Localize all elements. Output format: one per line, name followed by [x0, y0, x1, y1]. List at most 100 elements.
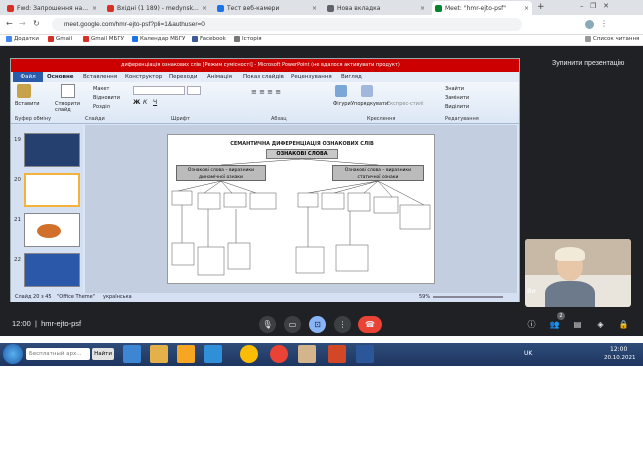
participant-hair — [555, 247, 585, 261]
chrome-icon[interactable] — [240, 345, 258, 363]
select-button[interactable]: Виділити — [445, 104, 469, 110]
chrome-icon[interactable] — [270, 345, 288, 363]
slide-thumbnail[interactable] — [24, 213, 80, 247]
ie-icon[interactable] — [123, 345, 141, 363]
browser-tab[interactable]: Fwd: Запрошення на спільні...× — [4, 1, 100, 15]
more-options-button[interactable]: ⋮ — [334, 316, 351, 333]
shapes-icon[interactable] — [335, 85, 347, 97]
layout-button[interactable]: Макет — [93, 86, 109, 92]
bold-icon[interactable]: Ж — [133, 99, 140, 106]
meeting-info: 12:00 | hmr-ejto-psf — [12, 319, 82, 328]
apps-icon — [6, 36, 12, 42]
slide-thumbnail[interactable] — [24, 133, 80, 167]
arrange-icon[interactable] — [361, 85, 373, 97]
file-tab[interactable]: Файл — [13, 72, 43, 82]
explorer-icon[interactable] — [150, 345, 168, 363]
tab-home[interactable]: Основне — [47, 74, 74, 80]
find-button[interactable]: Знайти — [445, 86, 464, 92]
browser-tab-active[interactable]: Meet: "hmr-ejto-psf" × — [432, 1, 532, 15]
diagram-connectors — [171, 158, 431, 276]
bookmark-apps[interactable]: Додатки — [6, 36, 39, 42]
bookmark-facebook[interactable]: Facebook — [192, 36, 226, 42]
browser-tab[interactable]: Тест веб-камери × — [214, 1, 320, 15]
bookmark-label: Facebook — [200, 36, 226, 42]
close-icon[interactable]: × — [312, 5, 317, 12]
history-icon — [234, 36, 240, 42]
back-icon[interactable]: ← — [6, 19, 13, 28]
media-player-icon[interactable] — [177, 345, 195, 363]
tab-design[interactable]: Конструктор — [125, 74, 162, 80]
language-indicator[interactable]: UK — [524, 350, 532, 357]
align-icons[interactable]: ≡ ≡ ≡ ≡ — [251, 88, 281, 96]
taskbar-search-button[interactable]: Найти — [92, 348, 114, 360]
zoom-slider[interactable] — [433, 296, 503, 298]
paste-button[interactable]: Вставити — [15, 101, 40, 107]
language-indicator[interactable]: українська — [103, 294, 132, 300]
taskbar-search-input[interactable]: Бесплатный арх... — [26, 348, 90, 360]
reload-icon[interactable]: ↻ — [33, 19, 40, 28]
forward-icon[interactable]: → — [19, 19, 26, 28]
tab-slideshow[interactable]: Показ слайдів — [243, 74, 284, 80]
participant-name: Ви — [527, 287, 536, 295]
info-icon[interactable]: ⓘ — [523, 316, 540, 333]
shapes-button[interactable]: Фігури — [333, 101, 351, 107]
slide-thumbnail[interactable] — [24, 253, 80, 287]
bookmark-calendar[interactable]: Календар МБГУ — [132, 36, 185, 42]
paste-icon[interactable] — [17, 84, 31, 98]
section-button[interactable]: Розділ — [93, 104, 110, 110]
word-icon[interactable] — [356, 345, 374, 363]
font-name-select[interactable] — [133, 86, 185, 95]
tab-insert[interactable]: Вставлення — [83, 74, 117, 80]
windows-icon[interactable] — [204, 345, 222, 363]
reset-button[interactable]: Відновити — [93, 95, 120, 101]
microphone-button[interactable]: 🎙 — [259, 316, 276, 333]
group-label: Шрифт — [171, 116, 190, 122]
new-slide-icon[interactable] — [61, 84, 75, 98]
slide-thumbnail-panel: 19 20 21 22 — [11, 125, 83, 293]
activities-icon[interactable]: ◈ — [592, 316, 609, 333]
browser-tab[interactable]: Нова вкладка × — [324, 1, 428, 15]
menu-icon[interactable]: ⋮ — [600, 19, 608, 28]
bookmark-gmail-mbgu[interactable]: Gmail МБГУ — [83, 36, 124, 42]
reading-list[interactable]: Список читання — [585, 36, 639, 42]
gmail-icon — [48, 36, 54, 42]
underline-icon[interactable]: Ч — [153, 99, 157, 106]
powerpoint-icon[interactable] — [328, 345, 346, 363]
tab-label: Fwd: Запрошення на спільні... — [17, 4, 90, 12]
stop-presenting-button[interactable]: Зупинити презентацію — [552, 60, 624, 67]
zoom-level[interactable]: 59% — [419, 294, 430, 300]
font-size-select[interactable] — [187, 86, 201, 95]
close-icon[interactable]: × — [92, 5, 97, 12]
window-controls[interactable]: – ❐ ✕ — [580, 2, 609, 10]
browser-tab[interactable]: Вхідні (1 189) - medynsky.n... × — [104, 1, 210, 15]
reading-list-icon — [585, 36, 591, 42]
newtab-icon — [327, 4, 334, 12]
replace-button[interactable]: Замінити — [445, 95, 469, 101]
close-icon[interactable]: × — [420, 5, 425, 12]
lock-icon[interactable]: 🔒 — [615, 316, 632, 333]
present-button[interactable]: ⊡ — [309, 316, 326, 333]
chat-icon[interactable]: ▤ — [569, 316, 586, 333]
tab-transitions[interactable]: Переходи — [169, 74, 197, 80]
leave-call-button[interactable]: ☎ — [358, 316, 382, 333]
profile-avatar[interactable] — [585, 20, 594, 29]
arrange-button[interactable]: Упорядкувати — [351, 101, 388, 107]
tab-review[interactable]: Рецензування — [291, 74, 332, 80]
new-tab-button[interactable]: + — [537, 2, 545, 12]
url-bar[interactable]: meet.google.com/hmr-ejto-psf?pli=1&authu… — [52, 18, 522, 31]
slide-thumbnail-selected[interactable] — [24, 173, 80, 207]
quick-styles-button[interactable]: Експрес-стилі — [387, 101, 424, 107]
bookmark-gmail[interactable]: Gmail — [48, 36, 72, 42]
photos-icon[interactable] — [298, 345, 316, 363]
close-icon[interactable]: × — [202, 5, 207, 12]
camera-button[interactable]: ▭ — [284, 316, 301, 333]
close-icon[interactable]: × — [524, 5, 529, 12]
start-icon[interactable] — [3, 344, 23, 364]
tab-view[interactable]: Вигляд — [341, 74, 362, 80]
tab-animations[interactable]: Анімація — [207, 74, 232, 80]
bookmark-history[interactable]: Історія — [234, 36, 262, 42]
tab-label: Тест веб-камери — [227, 4, 280, 12]
tab-label: Вхідні (1 189) - medynsky.n... — [117, 4, 200, 12]
new-slide-button[interactable]: Створити слайд — [55, 101, 85, 113]
italic-icon[interactable]: К — [143, 99, 147, 106]
